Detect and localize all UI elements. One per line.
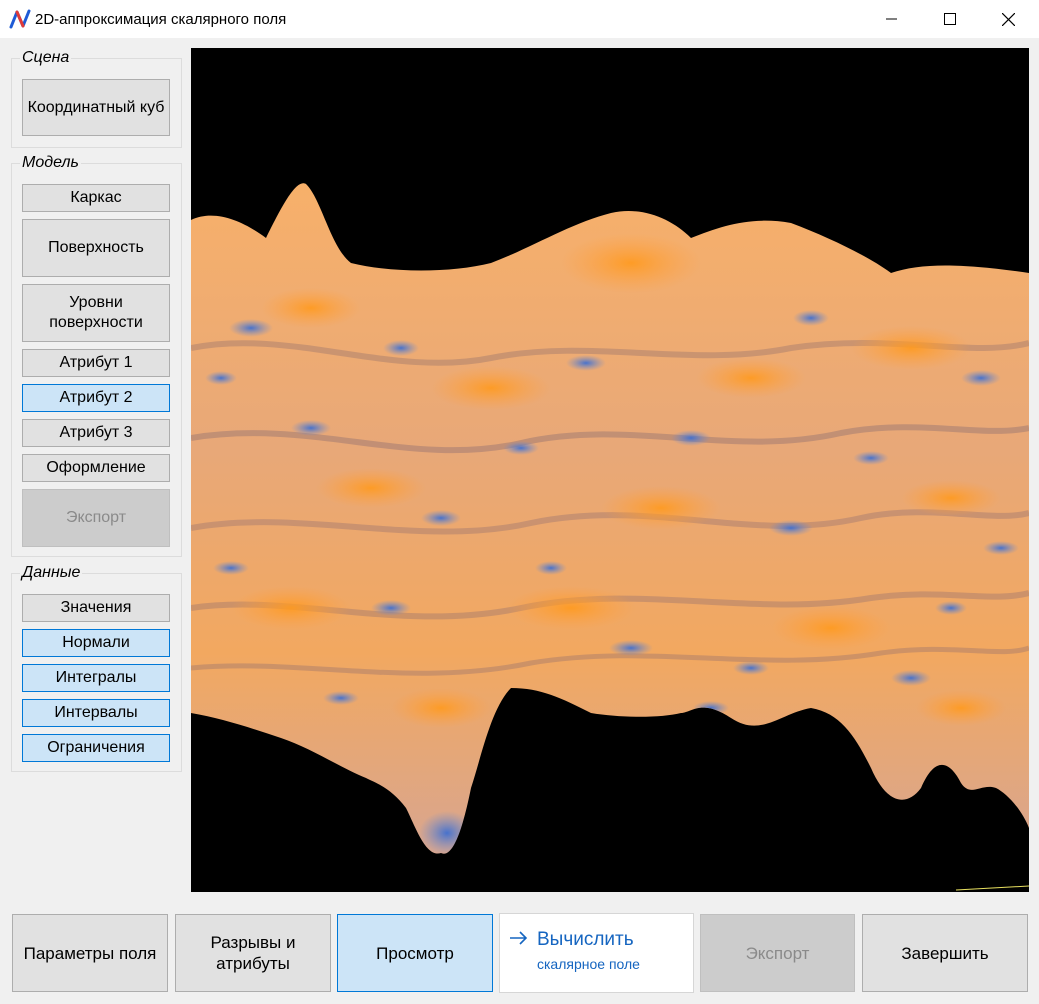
scalar-field-surface [191,183,1029,891]
title-bar: 2D-аппроксимация скалярного поля [0,0,1039,38]
normals-button[interactable]: Нормали [22,629,170,657]
wireframe-button[interactable]: Каркас [22,184,170,212]
model-group-label: Модель [20,154,81,172]
compute-title: Вычислить [537,929,634,950]
export-button[interactable]: Экспорт [700,914,855,992]
attribute-3-button[interactable]: Атрибут 3 [22,419,170,447]
values-button[interactable]: Значения [22,594,170,622]
attribute-2-button[interactable]: Атрибут 2 [22,384,170,412]
intervals-button[interactable]: Интервалы [22,699,170,727]
breaks-and-attributes-button[interactable]: Разрывы и атрибуты [175,914,331,992]
scene-group-label: Сцена [20,49,72,67]
maximize-button[interactable] [921,0,979,38]
compute-command-link[interactable]: Вычислить скалярное поле [499,913,694,993]
attribute-1-button[interactable]: Атрибут 1 [22,349,170,377]
finish-button[interactable]: Завершить [862,914,1028,992]
surface-levels-button[interactable]: Уровни поверхности [22,284,170,342]
maximize-icon [944,13,956,25]
integrals-button[interactable]: Интегралы [22,664,170,692]
appearance-button[interactable]: Оформление [22,454,170,482]
app-logo-icon [9,9,31,29]
constraints-button[interactable]: Ограничения [22,734,170,762]
compute-subtitle: скалярное поле [537,956,640,972]
arrow-right-icon [510,931,528,945]
minimize-icon [886,18,897,20]
window-title: 2D-аппроксимация скалярного поля [35,11,287,28]
3d-viewport[interactable] [191,48,1029,892]
close-button[interactable] [979,0,1037,38]
model-export-button[interactable]: Экспорт [22,489,170,547]
close-icon [1001,12,1015,26]
coordinate-cube-button[interactable]: Координатный куб [22,79,170,136]
minimize-button[interactable] [863,0,921,38]
preview-button[interactable]: Просмотр [337,914,493,992]
field-parameters-button[interactable]: Параметры поля [12,914,168,992]
surface-button[interactable]: Поверхность [22,219,170,277]
data-group-label: Данные [20,564,83,582]
